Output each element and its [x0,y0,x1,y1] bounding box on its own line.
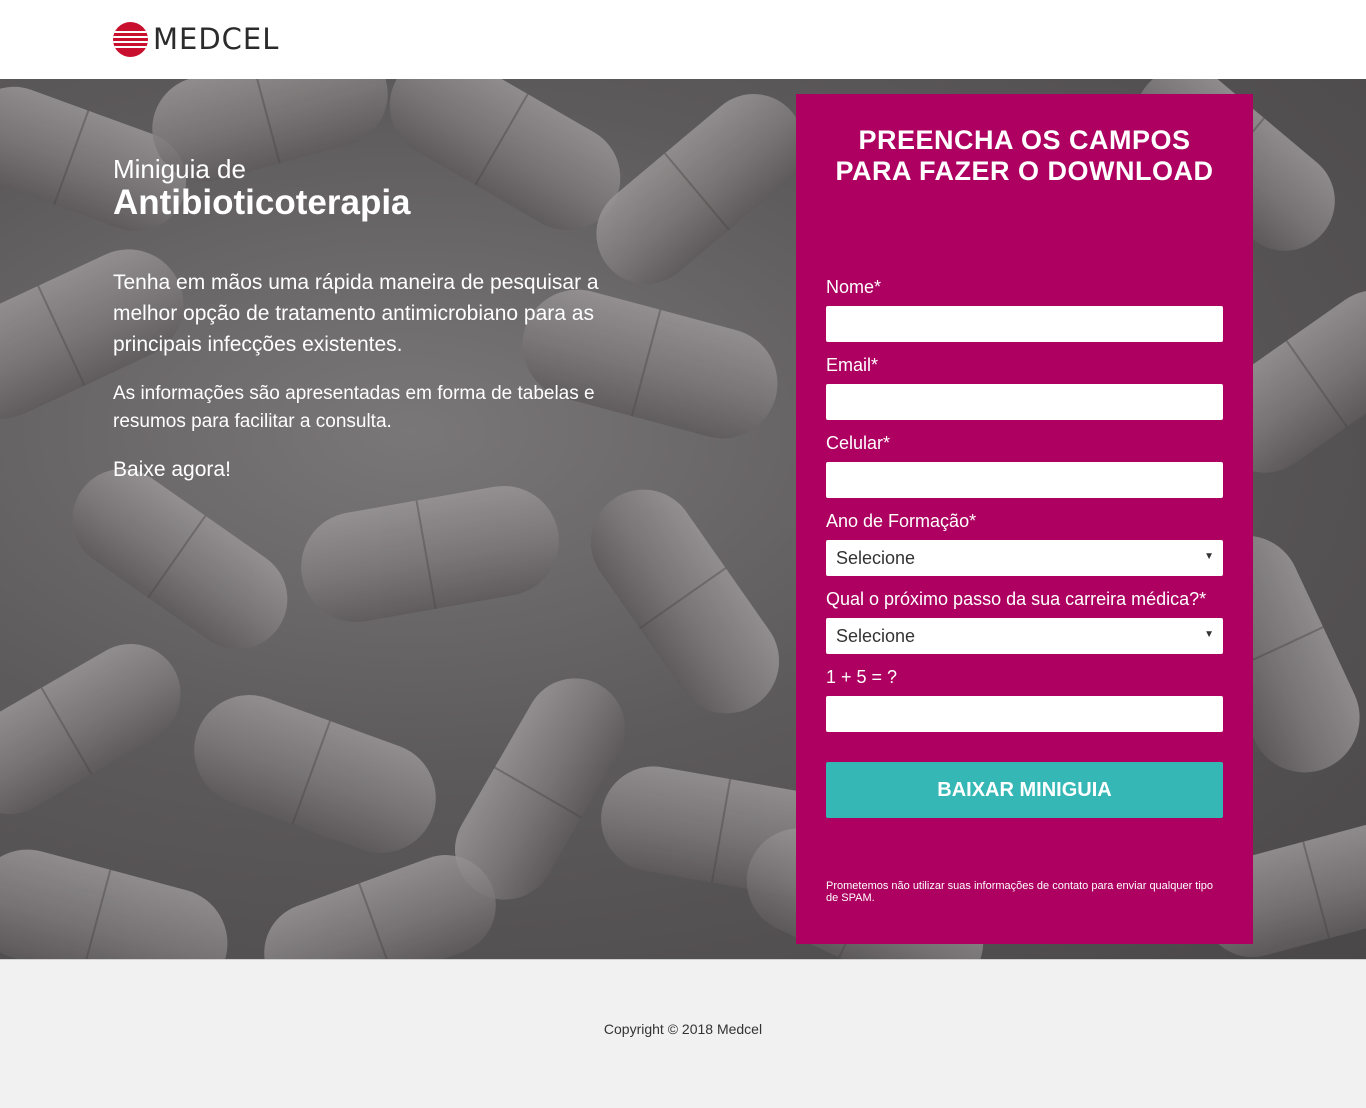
hero-text: Miniguia de Antibioticoterapia Tenha em … [113,154,633,484]
phone-label: Celular* [826,433,891,453]
spam-disclaimer: Prometemos não utilizar suas informações… [826,880,1214,904]
site-header: MEDCEL [0,0,1366,79]
phone-input[interactable] [826,462,1223,498]
email-input[interactable] [826,384,1223,420]
hero-subtitle: Miniguia de [113,154,246,184]
captcha-label: 1 + 5 = ? [826,667,898,687]
career-step-select[interactable]: Selecione ▼ [826,618,1223,654]
hero-paragraph-2: As informações são apresentadas em forma… [113,383,595,432]
copyright-text: Copyright © 2018 Medcel [603,1021,763,1037]
career-step-value: Selecione [836,626,916,646]
graduation-year-label: Ano de Formação* [826,511,977,531]
form-title-line-1: PREENCHA OS CAMPOS [858,125,1191,155]
medcel-logo[interactable]: MEDCEL [113,21,279,57]
email-label: Email* [826,355,879,375]
form-title: PREENCHA OS CAMPOS PARA FAZER O DOWNLOAD [796,125,1253,187]
graduation-year-select[interactable]: Selecione ▼ [826,540,1223,576]
site-footer: Copyright © 2018 Medcel [0,959,1366,1108]
medcel-logo-icon [113,21,148,57]
hero-paragraph-1: Tenha em mãos uma rápida maneira de pesq… [113,271,599,356]
download-form: PREENCHA OS CAMPOS PARA FAZER O DOWNLOAD… [796,94,1253,944]
download-button[interactable]: BAIXAR MINIGUIA [826,762,1223,818]
brand-name: MEDCEL [153,21,280,56]
dropdown-arrow-icon: ▼ [1204,629,1214,640]
name-label: Nome* [826,277,882,297]
career-step-label: Qual o próximo passo da sua carreira méd… [826,589,1207,609]
captcha-input[interactable] [826,696,1223,732]
hero-call-to-action: Baixe agora! [113,458,231,481]
hero-title: Antibioticoterapia [113,183,411,222]
name-input[interactable] [826,306,1223,342]
graduation-year-value: Selecione [836,548,916,568]
dropdown-arrow-icon: ▼ [1204,551,1214,562]
form-title-line-2: PARA FAZER O DOWNLOAD [835,156,1214,186]
